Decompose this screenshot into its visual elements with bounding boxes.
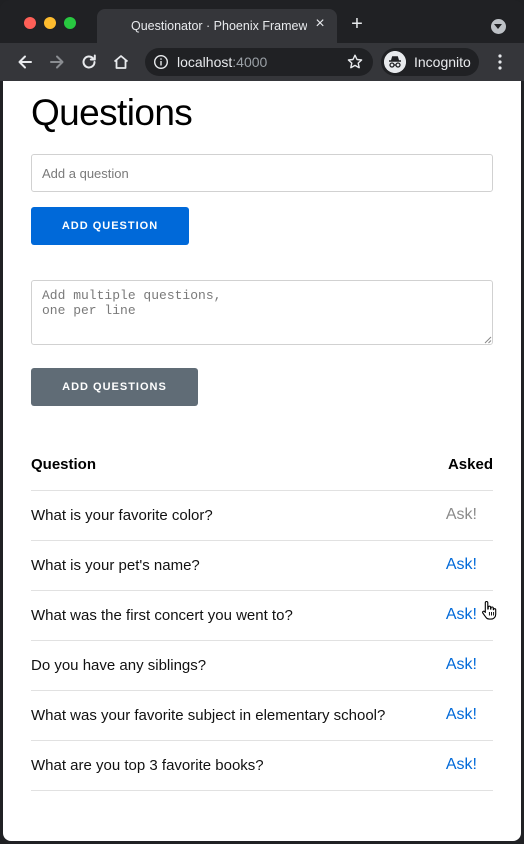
bookmark-star-icon[interactable] (346, 53, 364, 71)
textarea-resize-handle[interactable] (484, 336, 492, 344)
browser-menu-icon[interactable] (492, 53, 508, 71)
column-header-asked: Asked (433, 440, 493, 491)
url-port: :4000 (232, 54, 268, 70)
add-questions-button[interactable]: ADD QUESTIONS (31, 368, 198, 406)
question-text: What are you top 3 favorite books? (31, 740, 433, 791)
question-text: What was your favorite subject in elemen… (31, 690, 433, 741)
back-icon[interactable] (15, 52, 35, 72)
incognito-indicator[interactable]: Incognito (381, 48, 479, 76)
page-title: Questions (31, 92, 193, 133)
tab-title: Questionator · Phoenix Framework (131, 19, 307, 33)
tab-close-icon[interactable]: × (312, 16, 328, 32)
incognito-label: Incognito (414, 54, 471, 70)
question-text: What was the first concert you went to? (31, 590, 433, 641)
ask-cell: Ask! (433, 540, 493, 591)
add-question-button[interactable]: ADD QUESTION (31, 207, 189, 245)
question-text: What is your pet's name? (31, 540, 433, 591)
ask-cell: Ask! (433, 690, 493, 741)
questions-table: Question Asked What is your favorite col… (31, 440, 493, 791)
question-text: Do you have any siblings? (31, 640, 433, 691)
address-url: localhost:4000 (177, 54, 267, 70)
reload-icon[interactable] (79, 52, 99, 72)
close-window-icon[interactable] (24, 17, 36, 29)
ask-link[interactable]: Ask! (446, 756, 477, 773)
url-host: localhost (177, 54, 233, 70)
forward-icon[interactable] (47, 52, 67, 72)
table-row: Do you have any siblings? Ask! (31, 640, 493, 691)
table-row: What is your pet's name? Ask! (31, 540, 493, 591)
multiple-questions-textarea[interactable] (31, 280, 493, 345)
address-bar[interactable]: localhost:4000 (145, 48, 373, 76)
maximize-window-icon[interactable] (64, 17, 76, 29)
home-icon[interactable] (111, 52, 131, 72)
ask-link[interactable]: Ask! (446, 556, 477, 573)
table-row: What was the first concert you went to? … (31, 590, 493, 641)
new-tab-icon[interactable]: + (348, 14, 366, 34)
tab-strip: Questionator · Phoenix Framework × + (0, 0, 524, 43)
table-row: What is your favorite color? Ask! (31, 490, 493, 541)
ask-cell: Ask! (433, 640, 493, 691)
table-header-row: Question Asked (31, 440, 493, 491)
browser-window: Questionator · Phoenix Framework × + loc… (0, 0, 524, 844)
page-viewport: Questions ADD QUESTION ADD QUESTIONS Que… (3, 81, 521, 841)
ask-link[interactable]: Ask! (446, 606, 477, 623)
table-row: What are you top 3 favorite books? Ask! (31, 740, 493, 791)
table-row: What was your favorite subject in elemen… (31, 690, 493, 741)
browser-tab[interactable]: Questionator · Phoenix Framework × (97, 9, 337, 43)
ask-link[interactable]: Ask! (446, 506, 477, 523)
hand-pointer-cursor-icon (482, 600, 497, 620)
tab-search-icon[interactable] (491, 19, 506, 34)
ask-link[interactable]: Ask! (446, 656, 477, 673)
question-text: What is your favorite color? (31, 490, 433, 541)
ask-link[interactable]: Ask! (446, 706, 477, 723)
site-info-icon[interactable] (153, 54, 169, 70)
ask-cell: Ask! (433, 740, 493, 791)
minimize-window-icon[interactable] (44, 17, 56, 29)
ask-cell: Ask! (433, 490, 493, 541)
incognito-icon (384, 51, 406, 73)
add-question-input[interactable] (31, 154, 493, 192)
browser-toolbar: localhost:4000 Incognito (0, 43, 524, 81)
column-header-question: Question (31, 440, 433, 491)
